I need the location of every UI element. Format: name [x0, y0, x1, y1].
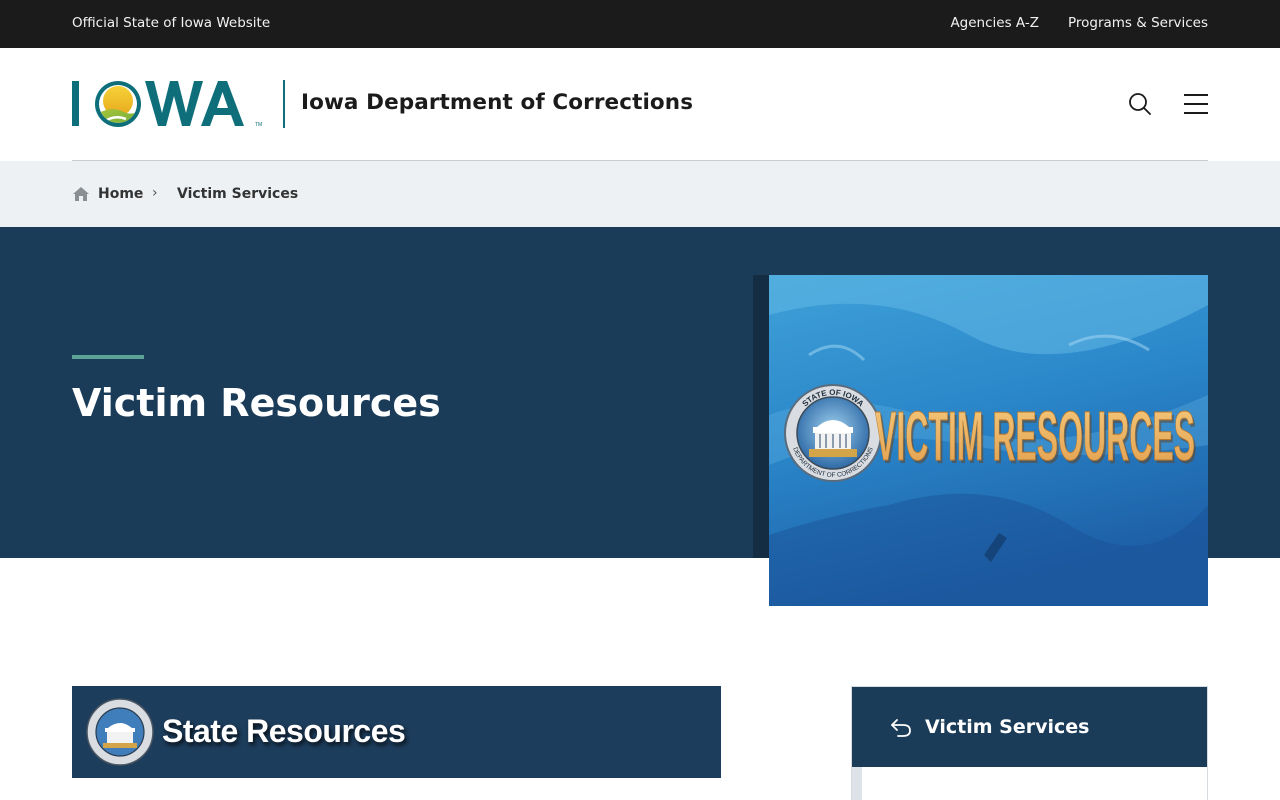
- side-nav-indicator: [852, 767, 862, 800]
- iowa-logo[interactable]: TM: [72, 79, 272, 129]
- svg-text:VICTIM RESOURCES: VICTIM RESOURCES: [875, 397, 1195, 475]
- breadcrumb: Home › Victim Services: [0, 161, 1280, 227]
- utility-bar: Official State of Iowa Website Agencies …: [0, 0, 1280, 48]
- side-nav-parent-link[interactable]: Victim Services: [852, 687, 1207, 767]
- agencies-a-z-link[interactable]: Agencies A-Z: [950, 15, 1039, 31]
- state-resources-title: State Resources: [162, 713, 406, 749]
- hamburger-menu-icon[interactable]: [1183, 93, 1209, 115]
- utility-links: Agencies A-Z Programs & Services: [950, 15, 1208, 31]
- home-icon[interactable]: [72, 186, 90, 202]
- state-resources-banner: State Resources: [72, 686, 721, 778]
- search-icon[interactable]: [1128, 92, 1152, 116]
- svg-text:TM: TM: [255, 122, 262, 128]
- victim-resources-image: STATE OF IOWA DEPARTMENT OF CORRECTIONS …: [769, 275, 1208, 606]
- site-header: TM Iowa Department of Corrections: [0, 48, 1280, 160]
- side-nav: Victim Services: [851, 686, 1208, 800]
- hero-image-frame: [753, 275, 769, 558]
- hero-accent-line: [72, 355, 144, 359]
- agency-name[interactable]: Iowa Department of Corrections: [301, 90, 693, 115]
- official-site-label: Official State of Iowa Website: [72, 15, 271, 31]
- page-title: Victim Resources: [72, 381, 441, 425]
- breadcrumb-home-link[interactable]: Home: [98, 186, 143, 202]
- side-nav-title: Victim Services: [925, 716, 1090, 738]
- logo-divider: [283, 80, 285, 128]
- state-seal-icon: [86, 698, 154, 766]
- programs-services-link[interactable]: Programs & Services: [1068, 15, 1208, 31]
- chevron-right-icon: ›: [152, 185, 158, 201]
- back-arrow-icon: [891, 719, 911, 737]
- breadcrumb-current: Victim Services: [177, 186, 299, 202]
